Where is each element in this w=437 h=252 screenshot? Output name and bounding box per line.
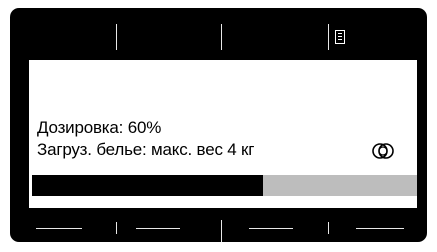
- progress-bar-fill: [32, 175, 263, 196]
- progress-bar: [32, 175, 417, 196]
- top-soft-key-1[interactable]: [10, 8, 116, 60]
- bottom-soft-key-bar: [10, 208, 427, 242]
- top-soft-key-bar: [10, 8, 427, 60]
- bottom-soft-key-4-line: [356, 228, 404, 229]
- load-text: Загруз. белье: макс. вес 4 кг: [37, 140, 255, 159]
- control-panel: Дозировка: 60% Загруз. белье: макс. вес …: [10, 8, 427, 242]
- bottom-soft-key-3-line: [249, 228, 293, 229]
- bottom-soft-key-2-line: [136, 228, 180, 229]
- bottom-soft-key-4[interactable]: [329, 208, 427, 242]
- top-soft-key-2[interactable]: [117, 8, 221, 60]
- top-soft-key-3[interactable]: [222, 8, 328, 60]
- double-circle-dose-icon: [372, 143, 394, 159]
- dosage-text: Дозировка: 60%: [37, 118, 162, 137]
- bottom-soft-key-2[interactable]: [117, 208, 221, 242]
- bottom-soft-key-1[interactable]: [10, 208, 116, 242]
- bottom-soft-key-1-line: [36, 228, 82, 229]
- menu-list-icon[interactable]: [335, 30, 345, 44]
- bottom-soft-key-3[interactable]: [222, 208, 328, 242]
- display-screen: Дозировка: 60% Загруз. белье: макс. вес …: [29, 60, 417, 208]
